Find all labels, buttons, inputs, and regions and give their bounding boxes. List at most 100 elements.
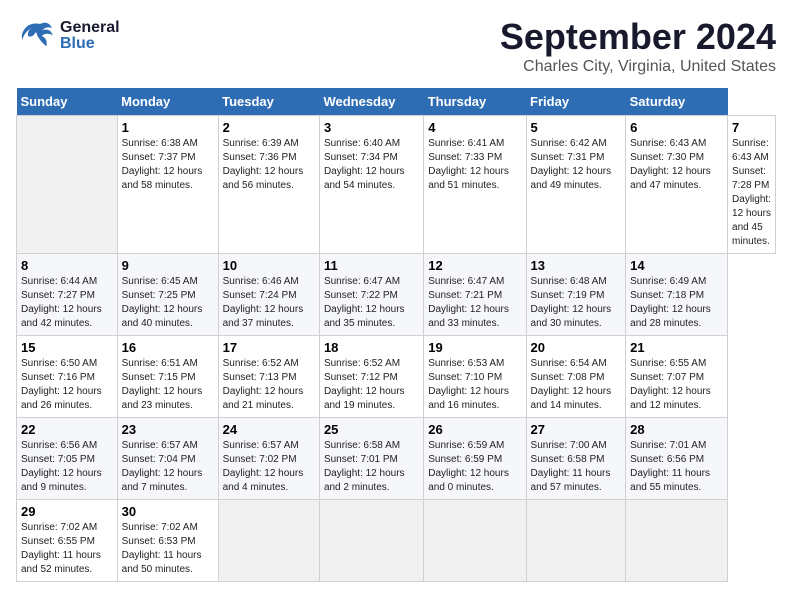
- day-info: Sunrise: 6:39 AMSunset: 7:36 PMDaylight:…: [223, 137, 315, 193]
- calendar-day: 4 Sunrise: 6:41 AMSunset: 7:33 PMDaylight…: [424, 116, 526, 254]
- calendar-day: 28Sunrise: 7:01 AMSunset: 6:56 PMDayligh…: [626, 418, 728, 500]
- day-number: 7: [732, 120, 771, 135]
- header-day: Sunday: [17, 88, 118, 116]
- calendar-day: 18 Sunrise: 6:52 AMSunset: 7:12 PMDayligh…: [319, 336, 423, 418]
- day-number: 25: [324, 422, 419, 437]
- location-title: Charles City, Virginia, United States: [500, 58, 776, 76]
- day-number: 30: [122, 504, 214, 519]
- day-number: 23: [122, 422, 214, 437]
- calendar-day: 13 Sunrise: 6:48 AMSunset: 7:19 PMDayligh…: [526, 254, 626, 336]
- calendar-day: 21 Sunrise: 6:55 AMSunset: 7:07 PMDayligh…: [626, 336, 728, 418]
- header-day: Thursday: [424, 88, 526, 116]
- day-info: Sunrise: 6:43 AMSunset: 7:30 PMDaylight:…: [630, 137, 723, 193]
- day-info: Sunrise: 7:00 AMSunset: 6:58 PMDaylight:…: [531, 439, 622, 495]
- calendar-day: 11 Sunrise: 6:47 AMSunset: 7:22 PMDayligh…: [319, 254, 423, 336]
- logo-general: General: [60, 20, 120, 36]
- calendar-week: 1Sunrise: 6:38 AMSunset: 7:37 PMDaylight…: [17, 116, 776, 254]
- day-info: Sunrise: 6:56 AMSunset: 7:05 PMDaylight:…: [21, 439, 113, 495]
- day-info: Sunrise: 6:45 AMSunset: 7:25 PMDaylight:…: [122, 275, 214, 331]
- month-title: September 2024: [500, 16, 776, 58]
- day-info: Sunrise: 6:40 AMSunset: 7:34 PMDaylight:…: [324, 137, 419, 193]
- day-info: Sunrise: 6:57 AMSunset: 7:02 PMDaylight:…: [223, 439, 315, 495]
- day-info: Sunrise: 6:48 AMSunset: 7:19 PMDaylight:…: [531, 275, 622, 331]
- calendar-day: 27 Sunrise: 7:00 AMSunset: 6:58 PMDayligh…: [526, 418, 626, 500]
- calendar-day: 25 Sunrise: 6:58 AMSunset: 7:01 PMDayligh…: [319, 418, 423, 500]
- calendar-day: 16 Sunrise: 6:51 AMSunset: 7:15 PMDayligh…: [117, 336, 218, 418]
- day-number: 26: [428, 422, 521, 437]
- calendar-week: 29 Sunrise: 7:02 AMSunset: 6:55 PMDayligh…: [17, 500, 776, 582]
- day-number: 16: [122, 340, 214, 355]
- day-number: 11: [324, 258, 419, 273]
- day-number: 4: [428, 120, 521, 135]
- day-number: 10: [223, 258, 315, 273]
- calendar-day: 22 Sunrise: 6:56 AMSunset: 7:05 PMDayligh…: [17, 418, 118, 500]
- calendar-week: 22 Sunrise: 6:56 AMSunset: 7:05 PMDayligh…: [17, 418, 776, 500]
- logo-text: General Blue: [60, 20, 120, 52]
- day-number: 21: [630, 340, 723, 355]
- calendar-day: [626, 500, 728, 582]
- calendar-day: [424, 500, 526, 582]
- title-block: September 2024 Charles City, Virginia, U…: [500, 16, 776, 76]
- header-day: Tuesday: [218, 88, 319, 116]
- day-info: Sunrise: 6:52 AMSunset: 7:13 PMDaylight:…: [223, 357, 315, 413]
- calendar-day: 8 Sunrise: 6:44 AMSunset: 7:27 PMDaylight…: [17, 254, 118, 336]
- day-info: Sunrise: 6:50 AMSunset: 7:16 PMDaylight:…: [21, 357, 113, 413]
- calendar-body: 1Sunrise: 6:38 AMSunset: 7:37 PMDaylight…: [17, 116, 776, 582]
- calendar-week: 15 Sunrise: 6:50 AMSunset: 7:16 PMDayligh…: [17, 336, 776, 418]
- day-number: 1: [122, 120, 214, 135]
- day-number: 15: [21, 340, 113, 355]
- day-info: Sunrise: 6:57 AMSunset: 7:04 PMDaylight:…: [122, 439, 214, 495]
- calendar-day: 2Sunrise: 6:39 AMSunset: 7:36 PMDaylight…: [218, 116, 319, 254]
- calendar-day: [218, 500, 319, 582]
- calendar-table: SundayMondayTuesdayWednesdayThursdayFrid…: [16, 88, 776, 582]
- day-number: 13: [531, 258, 622, 273]
- day-number: 22: [21, 422, 113, 437]
- calendar-day: 20 Sunrise: 6:54 AMSunset: 7:08 PMDayligh…: [526, 336, 626, 418]
- day-info: Sunrise: 6:41 AMSunset: 7:33 PMDaylight:…: [428, 137, 521, 193]
- logo-blue: Blue: [60, 36, 120, 52]
- calendar-day: 15 Sunrise: 6:50 AMSunset: 7:16 PMDayligh…: [17, 336, 118, 418]
- calendar-day: 19 Sunrise: 6:53 AMSunset: 7:10 PMDayligh…: [424, 336, 526, 418]
- day-info: Sunrise: 6:58 AMSunset: 7:01 PMDaylight:…: [324, 439, 419, 495]
- day-info: Sunrise: 6:54 AMSunset: 7:08 PMDaylight:…: [531, 357, 622, 413]
- day-info: Sunrise: 6:52 AMSunset: 7:12 PMDaylight:…: [324, 357, 419, 413]
- header-day: Monday: [117, 88, 218, 116]
- day-number: 18: [324, 340, 419, 355]
- day-info: Sunrise: 6:42 AMSunset: 7:31 PMDaylight:…: [531, 137, 622, 193]
- header-row: SundayMondayTuesdayWednesdayThursdayFrid…: [17, 88, 776, 116]
- calendar-day: [319, 500, 423, 582]
- day-number: 9: [122, 258, 214, 273]
- day-number: 17: [223, 340, 315, 355]
- day-number: 20: [531, 340, 622, 355]
- day-info: Sunrise: 6:47 AMSunset: 7:22 PMDaylight:…: [324, 275, 419, 331]
- calendar-day: 12Sunrise: 6:47 AMSunset: 7:21 PMDayligh…: [424, 254, 526, 336]
- calendar-day: 10 Sunrise: 6:46 AMSunset: 7:24 PMDayligh…: [218, 254, 319, 336]
- day-info: Sunrise: 6:46 AMSunset: 7:24 PMDaylight:…: [223, 275, 315, 331]
- day-number: 3: [324, 120, 419, 135]
- day-number: 29: [21, 504, 113, 519]
- day-info: Sunrise: 6:44 AMSunset: 7:27 PMDaylight:…: [21, 275, 113, 331]
- header-day: Wednesday: [319, 88, 423, 116]
- day-info: Sunrise: 6:59 AMSunset: 6:59 PMDaylight:…: [428, 439, 521, 495]
- calendar-header: SundayMondayTuesdayWednesdayThursdayFrid…: [17, 88, 776, 116]
- header-day: Friday: [526, 88, 626, 116]
- calendar-day: 7Sunrise: 6:43 AMSunset: 7:28 PMDaylight…: [728, 116, 776, 254]
- calendar-week: 8 Sunrise: 6:44 AMSunset: 7:27 PMDaylight…: [17, 254, 776, 336]
- day-number: 24: [223, 422, 315, 437]
- day-info: Sunrise: 6:55 AMSunset: 7:07 PMDaylight:…: [630, 357, 723, 413]
- day-number: 14: [630, 258, 723, 273]
- day-info: Sunrise: 7:02 AMSunset: 6:55 PMDaylight:…: [21, 521, 113, 577]
- day-number: 27: [531, 422, 622, 437]
- day-info: Sunrise: 6:51 AMSunset: 7:15 PMDaylight:…: [122, 357, 214, 413]
- day-info: Sunrise: 6:53 AMSunset: 7:10 PMDaylight:…: [428, 357, 521, 413]
- calendar-day: 29 Sunrise: 7:02 AMSunset: 6:55 PMDayligh…: [17, 500, 118, 582]
- logo-icon: [16, 16, 56, 56]
- day-number: 6: [630, 120, 723, 135]
- calendar-day: 30Sunrise: 7:02 AMSunset: 6:53 PMDayligh…: [117, 500, 218, 582]
- calendar-day: 9 Sunrise: 6:45 AMSunset: 7:25 PMDaylight…: [117, 254, 218, 336]
- day-info: Sunrise: 7:01 AMSunset: 6:56 PMDaylight:…: [630, 439, 723, 495]
- day-number: 8: [21, 258, 113, 273]
- day-number: 19: [428, 340, 521, 355]
- calendar-day: 23 Sunrise: 6:57 AMSunset: 7:04 PMDayligh…: [117, 418, 218, 500]
- calendar-day: [526, 500, 626, 582]
